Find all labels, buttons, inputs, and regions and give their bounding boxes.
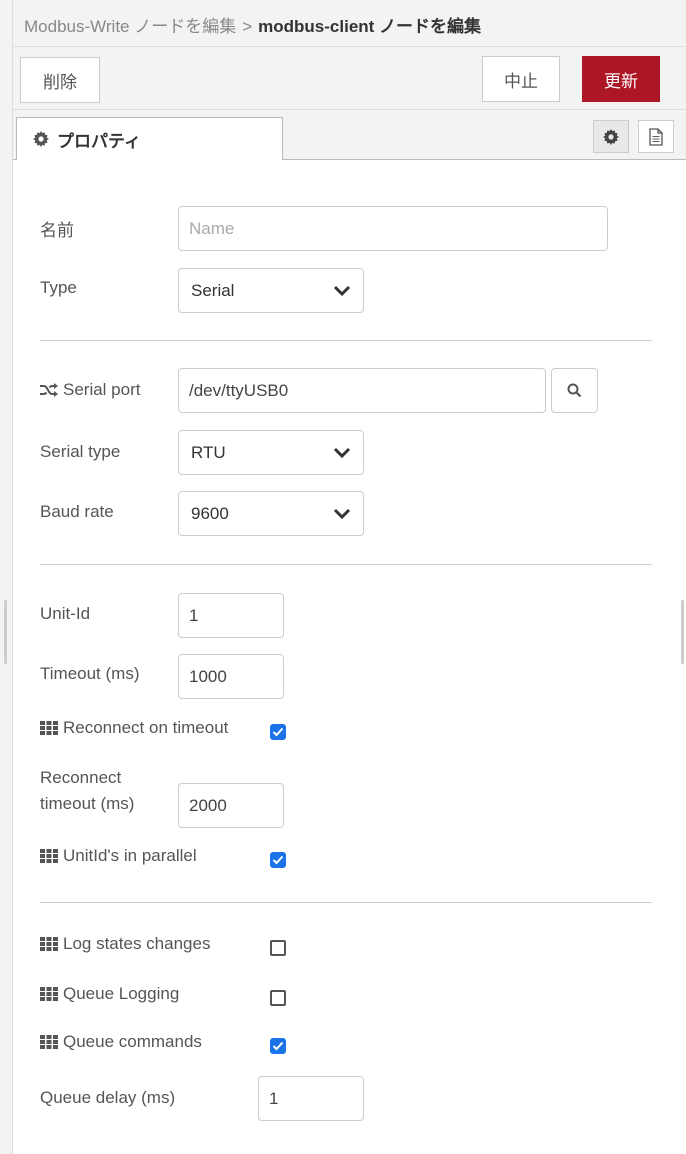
type-select[interactable]: Serial	[178, 268, 364, 313]
reconnect-on-timeout-label-text: Reconnect on timeout	[63, 718, 229, 737]
chevron-down-icon	[333, 508, 351, 520]
cancel-button[interactable]: 中止	[482, 56, 560, 102]
reconnect-on-timeout-label: Reconnect on timeout	[40, 716, 228, 740]
left-edge-strip	[0, 0, 13, 1154]
right-resize-handle[interactable]	[681, 600, 684, 664]
queue-delay-input[interactable]: 1	[258, 1076, 364, 1121]
tray-header: Modbus-Write ノードを編集 > modbus-client ノードを編集	[13, 0, 686, 47]
queue-commands-checkbox[interactable]	[270, 1038, 286, 1054]
timeout-input[interactable]: 1000	[178, 654, 284, 699]
name-input[interactable]: Name	[178, 206, 608, 251]
grid-icon	[40, 937, 58, 951]
unit-id-input[interactable]: 1	[178, 593, 284, 638]
grid-icon	[40, 849, 58, 863]
tab-bar: プロパティ	[13, 110, 686, 160]
checkmark-icon	[272, 727, 284, 737]
breadcrumb-current: modbus-client ノードを編集	[258, 17, 482, 36]
node-description-tab-button[interactable]	[638, 120, 674, 153]
unitids-parallel-label: UnitId's in parallel	[40, 844, 197, 868]
grid-icon	[40, 987, 58, 1001]
serial-port-label-text: Serial port	[63, 380, 141, 399]
serial-port-label: Serial port	[40, 378, 140, 402]
checkmark-icon	[272, 1041, 284, 1051]
unitids-parallel-label-text: UnitId's in parallel	[63, 846, 197, 865]
baud-rate-select-value: 9600	[191, 503, 229, 523]
reconnect-timeout-label: Reconnect timeout (ms)	[40, 768, 135, 813]
queue-commands-label-text: Queue commands	[63, 1032, 202, 1051]
queue-delay-label: Queue delay (ms)	[40, 1088, 176, 1107]
grid-icon	[40, 721, 58, 735]
left-resize-handle[interactable]	[4, 600, 7, 664]
serial-type-select[interactable]: RTU	[178, 430, 364, 475]
tray-toolbar: 削除 中止 更新	[13, 47, 686, 110]
log-states-changes-label: Log states changes	[40, 932, 210, 956]
breadcrumb: Modbus-Write ノードを編集 > modbus-client ノードを編集	[24, 12, 481, 37]
section-divider	[40, 340, 652, 341]
breadcrumb-separator: >	[242, 17, 253, 36]
queue-commands-label: Queue commands	[40, 1030, 202, 1054]
section-divider	[40, 902, 652, 903]
tab-properties[interactable]: プロパティ	[16, 117, 283, 160]
search-icon	[567, 383, 582, 398]
serial-port-input[interactable]: /dev/ttyUSB0	[178, 368, 546, 413]
section-divider	[40, 564, 652, 565]
queue-logging-label: Queue Logging	[40, 982, 179, 1006]
serial-type-select-value: RTU	[191, 442, 226, 462]
tab-properties-label: プロパティ	[57, 131, 141, 151]
serial-type-label: Serial type	[40, 442, 121, 461]
update-button[interactable]: 更新	[582, 56, 660, 102]
unit-id-label: Unit-Id	[40, 604, 91, 623]
gear-icon	[33, 131, 49, 147]
checkmark-icon	[272, 855, 284, 865]
unitids-parallel-checkbox[interactable]	[270, 852, 286, 868]
name-label: 名前	[40, 220, 74, 240]
shuffle-icon	[40, 383, 58, 397]
breadcrumb-parent[interactable]: Modbus-Write ノードを編集	[24, 17, 236, 36]
gear-icon	[603, 128, 619, 145]
log-states-changes-checkbox[interactable]	[270, 940, 286, 956]
node-settings-tab-button[interactable]	[593, 120, 629, 153]
log-states-changes-label-text: Log states changes	[63, 934, 211, 953]
chevron-down-icon	[333, 285, 351, 297]
baud-rate-select[interactable]: 9600	[178, 491, 364, 536]
timeout-label: Timeout (ms)	[40, 664, 140, 683]
document-icon	[649, 127, 663, 146]
serial-port-search-button[interactable]	[551, 368, 598, 413]
type-label: Type	[40, 278, 77, 297]
delete-button[interactable]: 削除	[20, 57, 100, 103]
baud-rate-label: Baud rate	[40, 502, 114, 521]
queue-logging-checkbox[interactable]	[270, 990, 286, 1006]
reconnect-on-timeout-checkbox[interactable]	[270, 724, 286, 740]
reconnect-timeout-input[interactable]: 2000	[178, 783, 284, 828]
chevron-down-icon	[333, 447, 351, 459]
grid-icon	[40, 1035, 58, 1049]
queue-logging-label-text: Queue Logging	[63, 984, 180, 1003]
type-select-value: Serial	[191, 280, 235, 300]
